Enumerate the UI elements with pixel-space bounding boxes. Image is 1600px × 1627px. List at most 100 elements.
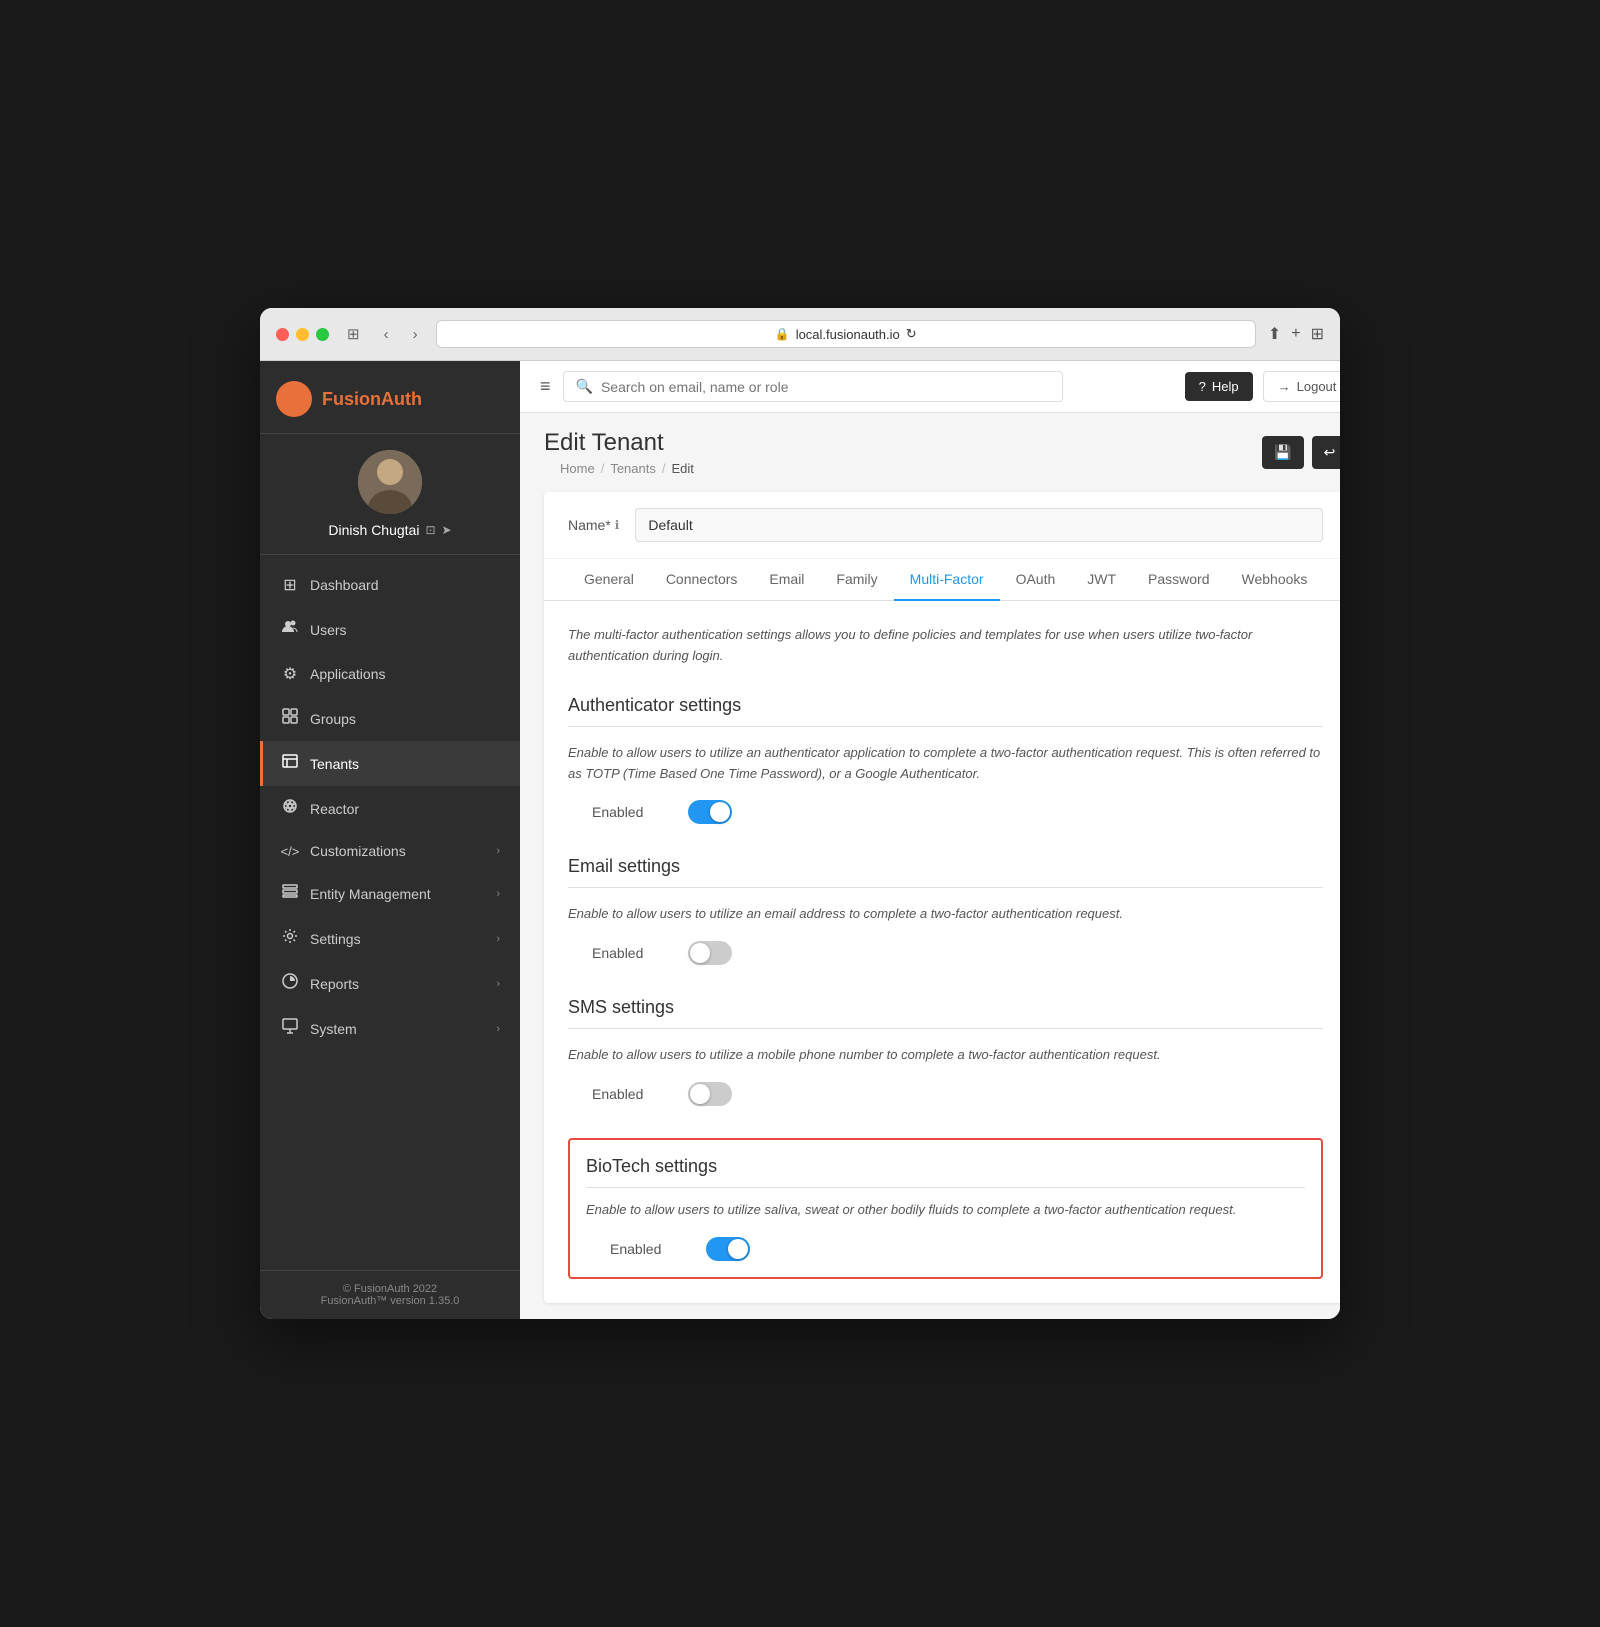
biotech-description: Enable to allow users to utilize saliva,… [586, 1200, 1305, 1221]
sidebar-item-label: Reactor [310, 801, 359, 817]
sidebar-item-groups[interactable]: Groups [260, 696, 520, 741]
page-title-area: Edit Tenant Home / Tenants / Edit [544, 429, 694, 476]
user-card-icon: ⊡ [425, 523, 435, 537]
sidebar-toggle-button[interactable]: ⊞ [341, 323, 366, 345]
browser-actions: ⬆ + ⊞ [1268, 324, 1324, 344]
sidebar-item-label: Reports [310, 976, 359, 992]
tab-oauth[interactable]: OAuth [1000, 559, 1072, 601]
sidebar-item-label: Dashboard [310, 577, 379, 593]
sidebar-item-customizations[interactable]: </> Customizations › [260, 831, 520, 871]
authenticator-title: Authenticator settings [568, 695, 1323, 727]
tab-multi-factor[interactable]: Multi-Factor [894, 559, 1000, 601]
maximize-button[interactable] [316, 328, 329, 341]
sidebar-item-reactor[interactable]: Reactor [260, 786, 520, 831]
tab-email[interactable]: Email [753, 559, 820, 601]
sms-thumb [690, 1084, 710, 1104]
search-input[interactable] [601, 379, 1050, 395]
name-input[interactable] [635, 508, 1323, 542]
user-profile: Dinish Chugtai ⊡ ➤ [260, 434, 520, 555]
sms-settings: SMS settings Enable to allow users to ut… [568, 997, 1323, 1106]
traffic-lights [276, 328, 329, 341]
sidebar-item-entity-management[interactable]: Entity Management › [260, 871, 520, 916]
minimize-button[interactable] [296, 328, 309, 341]
main-content: Edit Tenant Home / Tenants / Edit 💾 ↩ [520, 413, 1340, 1319]
tabs: General Connectors Email Family Multi-Fa… [544, 559, 1340, 601]
content-card: Name* ℹ General Connectors Email Family … [544, 492, 1340, 1303]
search-box[interactable]: 🔍 [563, 371, 1063, 402]
sidebar-item-label: Groups [310, 711, 356, 727]
info-icon: ℹ [615, 518, 620, 532]
tabs-button[interactable]: ⊞ [1311, 324, 1324, 344]
email-toggle-row: Enabled [568, 941, 1323, 965]
sms-toggle[interactable] [688, 1082, 732, 1106]
authenticator-toggle-row: Enabled [568, 800, 1323, 824]
back-button[interactable]: ‹ [378, 324, 395, 345]
tenants-icon [280, 753, 300, 774]
help-icon: ? [1199, 379, 1206, 394]
email-settings: Email settings Enable to allow users to … [568, 856, 1323, 965]
email-toggle[interactable] [688, 941, 732, 965]
page-actions: 💾 ↩ [1262, 436, 1340, 469]
authenticator-toggle[interactable] [688, 800, 732, 824]
email-title: Email settings [568, 856, 1323, 888]
avatar-image [358, 450, 422, 514]
tab-content: The multi-factor authentication settings… [544, 601, 1340, 1303]
sidebar-item-label: Entity Management [310, 886, 431, 902]
tab-webhooks[interactable]: Webhooks [1226, 559, 1324, 601]
sidebar-header: FusionAuth [260, 361, 520, 434]
sidebar-item-users[interactable]: Users [260, 607, 520, 652]
forward-button[interactable]: › [407, 324, 424, 345]
chevron-right-icon: › [496, 978, 500, 990]
footer-line1: © FusionAuth 2022 [276, 1283, 504, 1295]
tab-general[interactable]: General [568, 559, 650, 601]
sidebar-item-label: Applications [310, 666, 386, 682]
hamburger-button[interactable]: ≡ [540, 376, 551, 397]
help-button[interactable]: ? Help [1185, 372, 1253, 401]
tab-password[interactable]: Password [1132, 559, 1225, 601]
logout-icon: → [1278, 379, 1291, 394]
biotech-track [706, 1237, 750, 1261]
sidebar-item-settings[interactable]: Settings › [260, 916, 520, 961]
logout-button[interactable]: → Logout [1263, 371, 1340, 402]
sidebar-footer: © FusionAuth 2022 FusionAuth™ version 1.… [260, 1270, 520, 1319]
authenticator-settings: Authenticator settings Enable to allow u… [568, 695, 1323, 825]
email-thumb [690, 943, 710, 963]
address-bar[interactable]: 🔒 local.fusionauth.io ↻ [436, 320, 1256, 348]
sms-title: SMS settings [568, 997, 1323, 1029]
sidebar-item-applications[interactable]: ⚙ Applications [260, 652, 520, 696]
sidebar-item-reports[interactable]: Reports › [260, 961, 520, 1006]
biotech-toggle[interactable] [706, 1237, 750, 1261]
authenticator-description: Enable to allow users to utilize an auth… [568, 743, 1323, 785]
back-button[interactable]: ↩ [1312, 436, 1340, 469]
sidebar-item-tenants[interactable]: Tenants [260, 741, 520, 786]
dashboard-icon: ⊞ [280, 575, 300, 595]
breadcrumb-home[interactable]: Home [560, 461, 595, 476]
share-button[interactable]: ⬆ [1268, 324, 1281, 344]
email-enabled-label: Enabled [592, 945, 672, 961]
sms-description: Enable to allow users to utilize a mobil… [568, 1045, 1323, 1066]
sidebar-item-system[interactable]: System › [260, 1006, 520, 1051]
entity-management-icon [280, 883, 300, 904]
reports-icon [280, 973, 300, 994]
sidebar-item-dashboard[interactable]: ⊞ Dashboard [260, 563, 520, 607]
browser-titlebar: ⊞ ‹ › 🔒 local.fusionauth.io ↻ ⬆ + ⊞ [260, 308, 1340, 361]
chevron-right-icon: › [496, 1023, 500, 1035]
new-tab-button[interactable]: + [1291, 325, 1300, 343]
save-button[interactable]: 💾 [1262, 436, 1303, 469]
authenticator-enabled-label: Enabled [592, 804, 672, 820]
tab-jwt[interactable]: JWT [1071, 559, 1132, 601]
close-button[interactable] [276, 328, 289, 341]
biotech-settings: BioTech settings Enable to allow users t… [568, 1138, 1323, 1279]
tab-connectors[interactable]: Connectors [650, 559, 754, 601]
refresh-icon[interactable]: ↻ [906, 326, 917, 342]
email-track [688, 941, 732, 965]
sidebar-item-label: Customizations [310, 843, 406, 859]
chevron-right-icon: › [496, 845, 500, 857]
sidebar-item-label: Tenants [310, 756, 359, 772]
biotech-title: BioTech settings [586, 1156, 1305, 1188]
breadcrumb-tenants[interactable]: Tenants [610, 461, 656, 476]
tab-family[interactable]: Family [820, 559, 893, 601]
applications-icon: ⚙ [280, 664, 300, 684]
breadcrumb-current: Edit [671, 461, 693, 476]
user-name: Dinish Chugtai ⊡ ➤ [328, 522, 451, 538]
